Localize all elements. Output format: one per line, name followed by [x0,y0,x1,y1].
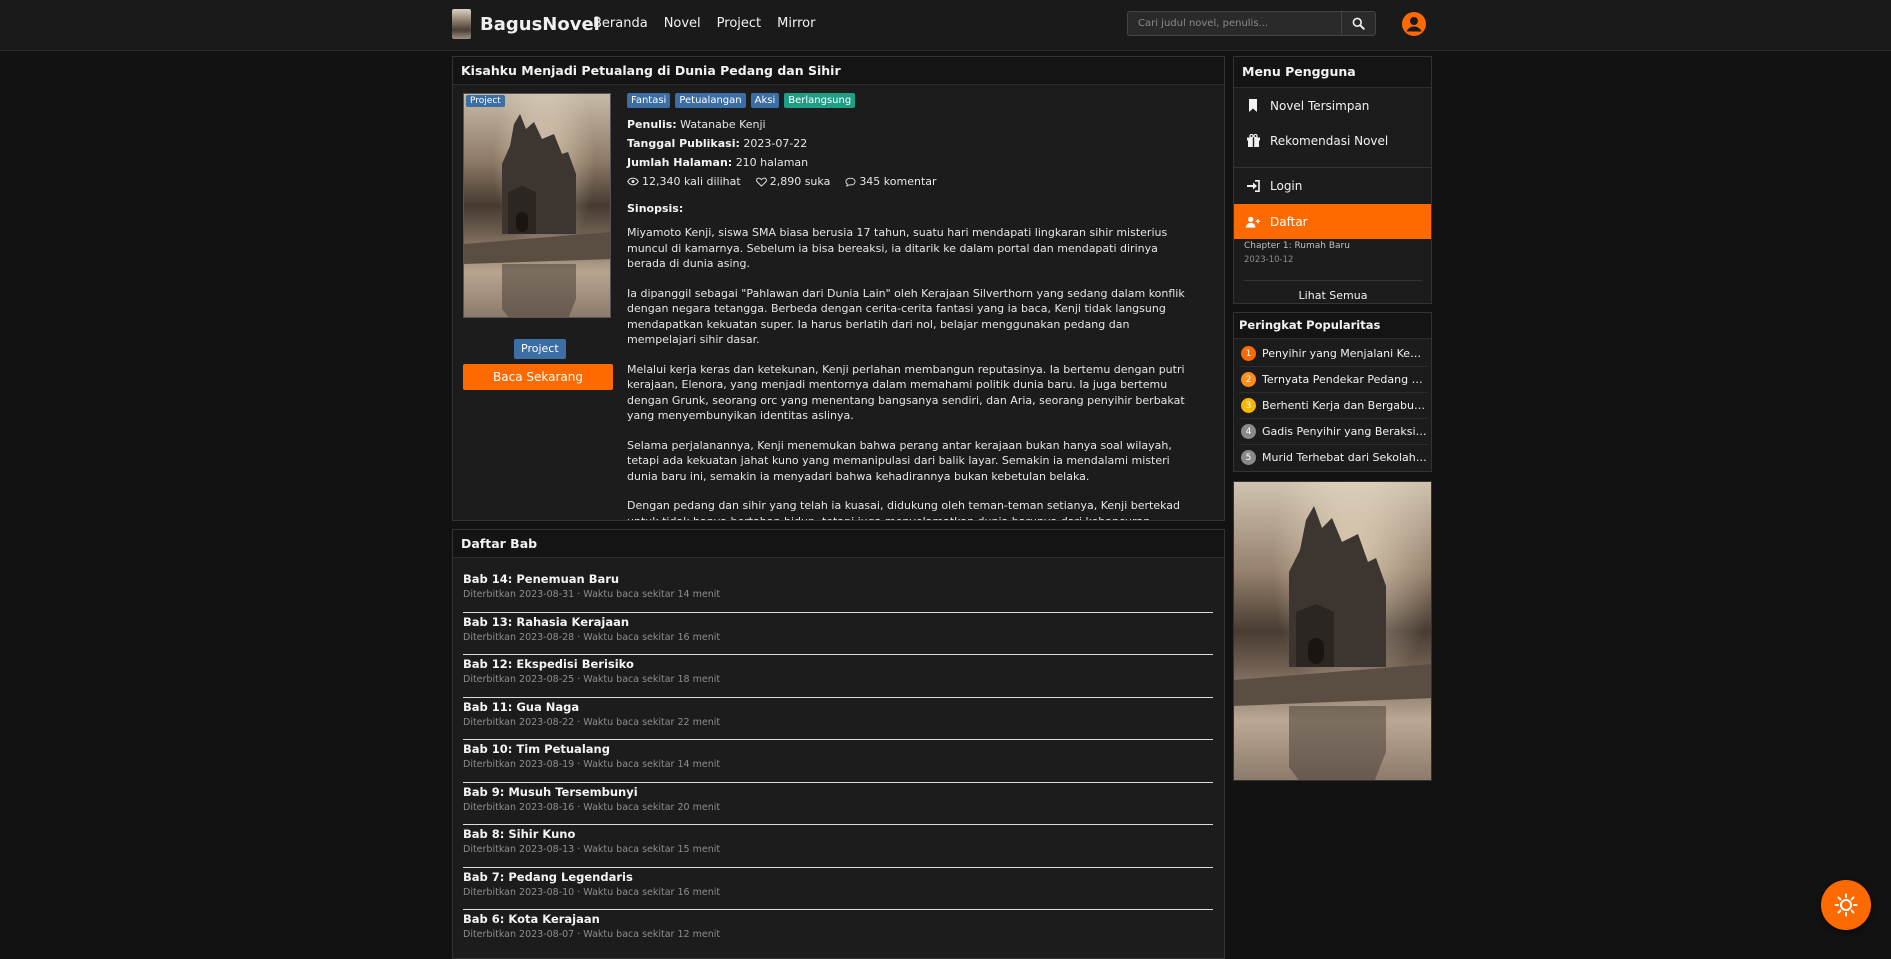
nav-link-mirror[interactable]: Mirror [777,16,815,31]
recent-chapter[interactable]: Chapter 1: Rumah Baru [1244,241,1350,251]
rank-badge: 2 [1241,372,1256,387]
bookmark-icon [1249,99,1257,112]
page-count: 210 halaman [735,156,809,169]
recent-chapter-date: 2023-10-12 [1244,255,1294,265]
chapter-item[interactable]: Bab 9: Musuh Tersembunyi Diterbitkan 2023… [463,783,1213,825]
user-menu-button[interactable] [1402,12,1426,36]
synopsis-paragraph: Dengan pedang dan sihir yang telah ia ku… [627,499,1180,521]
brand-name[interactable]: BagusNovel [480,14,600,35]
brand-logo [452,9,471,39]
chapter-list: Bab 14: Penemuan Baru Diterbitkan 2023-08… [463,570,1213,953]
chapter-item[interactable]: Bab 10: Tim Petualang Diterbitkan 2023-08… [463,740,1213,783]
sun-icon [1834,893,1858,917]
rank-badge: 4 [1241,424,1256,439]
author-name: Watanabe Kenji [680,118,766,131]
user-circle-icon [1406,17,1422,32]
project-button[interactable]: Project [514,339,566,359]
chapter-item[interactable]: Bab 7: Pedang Legendaris Diterbitkan 2023… [463,868,1213,910]
views-stat: 12,340 kali dilihat [627,172,741,191]
pages-row: Jumlah Halaman: 210 halaman [627,156,809,169]
gift-icon [1246,134,1260,147]
navbar: BagusNovel Beranda Novel Project Mirror [0,0,1891,51]
chapter-item[interactable]: Bab 6: Kota Kerajaan Diterbitkan 2023-08-… [463,910,1213,953]
rank-item[interactable]: 5 Murid Terhebat dari Sekolah Sihir [1239,445,1427,470]
status-badge: Berlangsung [784,93,856,108]
chapter-item[interactable]: Bab 13: Rahasia Kerajaan Diterbitkan 2023… [463,613,1213,655]
likes-stat: 2,890 suka [755,172,830,191]
synopsis-paragraph: Selama perjalanannya, Kenji menemukan ba… [627,438,1172,483]
rank-badge: 5 [1241,450,1256,465]
menu-register[interactable]: Daftar [1234,204,1431,239]
sidebar-banner-image[interactable] [1233,481,1432,781]
synopsis-paragraph: Miyamoto Kenji, siswa SMA biasa berusia … [627,226,1168,270]
comments-stat: 345 komentar [845,172,937,191]
divider [1244,280,1422,281]
rank-item[interactable]: 1Penyihir yang Menjalani Kehidupan Baru [1239,341,1427,367]
tag-fantasi[interactable]: Fantasi [627,93,671,108]
rank-item[interactable]: 3Berhenti Kerja dan Bergabung dengan Gui… [1239,393,1427,419]
theme-toggle-button[interactable] [1821,880,1871,930]
castle-illustration [464,114,610,317]
published-row: Tanggal Publikasi: 2023-07-22 [627,137,808,150]
castle-illustration [1234,506,1431,780]
chapter-list-panel: Daftar Bab Bab 14: Penemuan Baru Diterbit… [452,529,1225,959]
menu-login[interactable]: Login [1234,168,1431,203]
search-button[interactable] [1341,11,1376,36]
chapter-item[interactable]: Bab 14: Penemuan Baru Diterbitkan 2023-08… [463,570,1213,613]
popularity-title: Peringkat Popularitas [1234,313,1431,339]
popularity-list: 1Penyihir yang Menjalani Kehidupan Baru … [1239,341,1427,470]
synopsis-label: Sinopsis: [627,202,684,215]
menu-recommend-novels[interactable]: Rekomendasi Novel [1234,123,1431,158]
nav-links: Beranda Novel Project Mirror [593,16,815,31]
brand[interactable]: BagusNovel [452,9,600,39]
chapter-list-title: Daftar Bab [453,530,1224,558]
novel-info: Fantasi Petualangan Aksi Berlangsung Pen… [627,93,1199,521]
rank-item[interactable]: 2Ternyata Pendekar Pedang Terkuat [1239,367,1427,393]
see-all-link[interactable]: Lihat Semua [1234,289,1431,302]
genre-tags: Fantasi Petualangan Aksi Berlangsung [627,93,1199,108]
search-input[interactable] [1127,11,1341,36]
novel-title: Kisahku Menjadi Petualang di Dunia Pedan… [453,57,1224,85]
chapter-item[interactable]: Bab 12: Ekspedisi Berisiko Diterbitkan 20… [463,655,1213,698]
menu-saved-novels[interactable]: Novel Tersimpan [1234,88,1431,123]
chapter-item[interactable]: Bab 11: Gua Naga Diterbitkan 2023-08-22 ·… [463,698,1213,740]
search-icon [1352,17,1365,30]
user-menu-panel: Menu Pengguna Chapter 1: Rumah Baru 2023… [1233,56,1432,304]
rank-item[interactable]: 4Gadis Penyihir yang Beraksi di Kota [1239,419,1427,445]
read-now-button[interactable]: Baca Sekarang [463,364,613,390]
novel-cover[interactable]: Project [463,93,611,318]
comment-icon [845,177,856,187]
published-date: 2023-07-22 [743,137,808,150]
heart-icon [755,177,767,187]
chapter-item[interactable]: Bab 8: Sihir Kuno Diterbitkan 2023-08-13 … [463,825,1213,868]
user-plus-icon [1246,216,1260,228]
nav-link-beranda[interactable]: Beranda [593,16,648,31]
search-form [1127,11,1376,36]
synopsis-paragraph: Melalui kerja keras dan ketekunan, Kenji… [627,362,1185,423]
tag-petualangan[interactable]: Petualangan [675,93,746,108]
rank-badge: 3 [1241,398,1256,413]
user-menu-title: Menu Pengguna [1234,57,1431,88]
cover-badge: Project [466,95,505,107]
eye-icon [627,177,639,186]
tag-aksi[interactable]: Aksi [750,93,780,108]
novel-detail-panel: Kisahku Menjadi Petualang di Dunia Pedan… [452,56,1225,521]
popularity-panel: Peringkat Popularitas 1 Penyihir yang Men… [1233,312,1432,472]
rank-badge: 1 [1241,346,1256,361]
nav-link-project[interactable]: Project [717,16,761,31]
synopsis-paragraph: Ia dipanggil sebagai "Pahlawan dari Duni… [627,286,1185,347]
novel-stats: 12,340 kali dilihat 2,890 suka 345 komen… [627,172,1199,191]
author-row: Penulis: Watanabe Kenji [627,118,766,131]
sign-in-icon [1246,179,1260,192]
nav-link-novel[interactable]: Novel [664,16,701,31]
